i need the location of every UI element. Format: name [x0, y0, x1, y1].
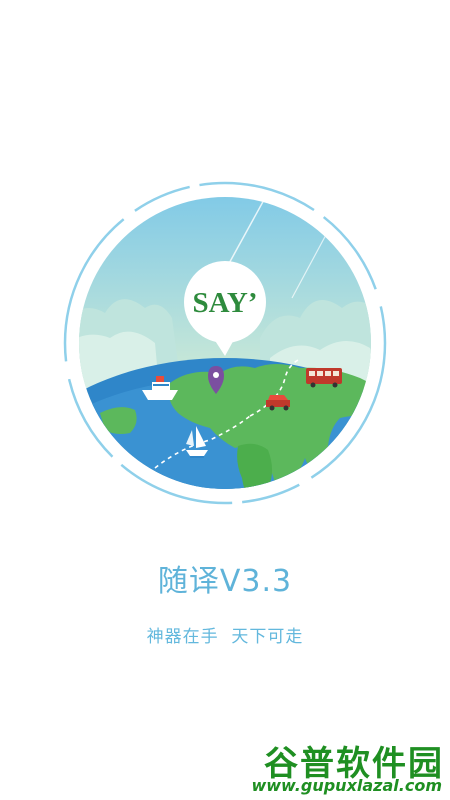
watermark-url: www.gupuxlazal.com [251, 776, 442, 795]
globe-illustration: SAY’ [60, 178, 390, 508]
app-version-title: 随译V3.3 [157, 564, 293, 599]
logo-text: SAY’ [192, 287, 257, 319]
watermark: 谷普软件园 www.gupuxlazal.com [238, 736, 444, 798]
app-tagline: 神器在手 天下可走 [146, 627, 304, 647]
splash-screen: SAY’ 随译V3.3 神器在手 天下可走 谷普软件园 www.gupuxlaz… [0, 0, 450, 800]
